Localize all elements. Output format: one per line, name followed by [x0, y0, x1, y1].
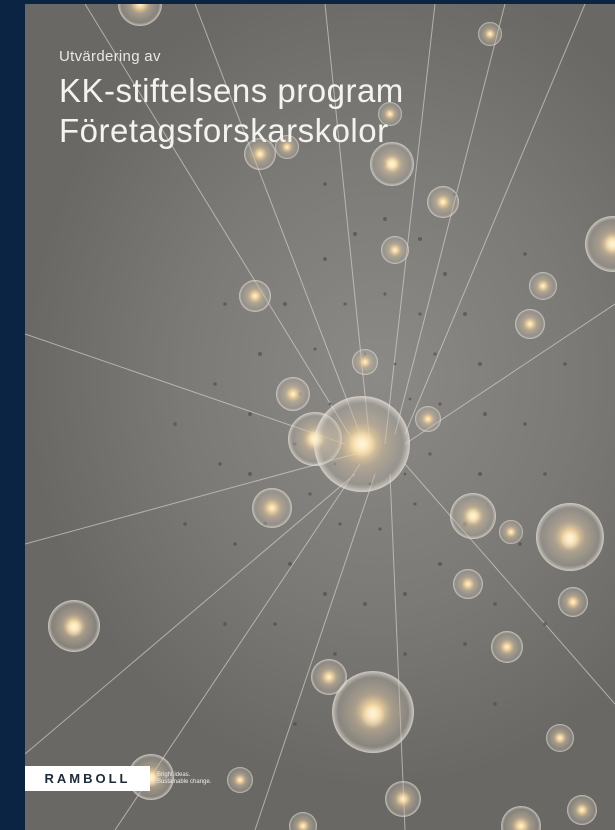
logo-wordmark-box: RAMBOLL: [25, 766, 150, 791]
logo-tagline-line-2: Sustainable change.: [157, 778, 212, 785]
logo-tagline-line-1: Bright ideas.: [157, 771, 191, 778]
ramboll-logo: RAMBOLL Bright ideas. Sustainable change…: [25, 766, 211, 791]
cover-main-title: KK-stiftelsens program Företagsforskarsk…: [59, 71, 404, 151]
cover-title-line-2: Företagsforskarskolor: [59, 112, 389, 149]
cover-pre-title: Utvärdering av: [59, 48, 161, 65]
cover-title-line-1: KK-stiftelsens program: [59, 72, 404, 109]
logo-wordmark: RAMBOLL: [44, 771, 131, 786]
cover-title-block: Utvärdering av KK-stiftelsens program Fö…: [59, 48, 404, 151]
logo-tagline: Bright ideas. Sustainable change.: [157, 772, 211, 786]
top-border: [0, 0, 615, 4]
left-border: [0, 0, 25, 830]
cover-photo: Utvärdering av KK-stiftelsens program Fö…: [25, 4, 615, 830]
